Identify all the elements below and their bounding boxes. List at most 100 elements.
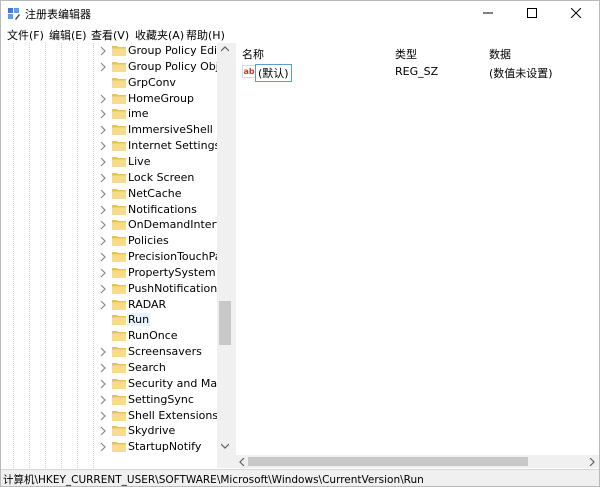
tree-node[interactable]: PushNotifications (1, 281, 223, 297)
values-pane[interactable]: 名称 类型 数据 ab (默认) REG_SZ (数值未设置) (236, 43, 599, 468)
value-name[interactable]: (默认) (255, 64, 292, 82)
menu-help[interactable]: 帮助(H) (186, 27, 225, 43)
tree-node[interactable]: PropertySystem (1, 265, 217, 281)
close-button[interactable] (554, 1, 598, 25)
expand-chevron-icon[interactable] (99, 395, 107, 405)
tree-node-label: Lock Screen (128, 170, 195, 184)
tree-node[interactable]: Group Policy Objec (1, 59, 232, 75)
tree-node[interactable]: RADAR (1, 297, 217, 313)
tree-node[interactable]: GrpConv (1, 75, 217, 91)
close-icon (571, 8, 581, 18)
registry-app-icon (8, 8, 20, 20)
tree-vertical-scrollbar[interactable] (217, 43, 233, 468)
tree-node[interactable]: Search (1, 360, 217, 376)
tree-node[interactable]: Group Policy Editor (1, 43, 233, 59)
tree-node[interactable]: Live (1, 154, 217, 170)
expand-chevron-icon[interactable] (99, 363, 107, 373)
expand-chevron-icon[interactable] (99, 109, 107, 119)
tree-node[interactable]: HomeGroup (1, 91, 217, 107)
tree-node[interactable]: Shell Extensions (1, 408, 218, 424)
expand-chevron-icon[interactable] (99, 125, 107, 135)
values-horizontal-scrollbar[interactable] (236, 455, 599, 468)
scroll-right-icon (589, 458, 595, 466)
tree-node-label: Skydrive (128, 424, 176, 438)
menu-favorites[interactable]: 收藏夹(A) (135, 27, 184, 43)
tree-node[interactable]: ime (1, 106, 217, 122)
key-tree-pane[interactable]: Group Policy Editor Group Policy Objec Grp… (1, 43, 234, 468)
expand-chevron-icon[interactable] (99, 252, 107, 262)
expand-chevron-icon[interactable] (99, 205, 107, 215)
folder-icon (112, 93, 126, 104)
expand-chevron-icon[interactable] (99, 268, 107, 278)
folder-icon (112, 410, 126, 421)
tree-node-label: PropertySystem (128, 265, 216, 279)
folder-icon (112, 188, 126, 199)
expand-chevron-icon[interactable] (99, 220, 107, 230)
tree-node[interactable]: RunOnce (1, 328, 217, 344)
tree-node-label: HomeGroup (128, 91, 194, 105)
tree-node[interactable]: Lock Screen (1, 170, 217, 186)
folder-icon (112, 378, 126, 389)
expand-chevron-icon[interactable] (99, 141, 107, 151)
tree-node[interactable]: PrecisionTouchPad (1, 249, 229, 265)
tree-node[interactable]: Screensavers (1, 344, 217, 360)
tree-node[interactable]: Security and Mainte (1, 376, 233, 392)
expand-chevron-icon[interactable] (99, 157, 107, 167)
tree-node-label: SettingSync (128, 392, 194, 406)
folder-icon (112, 61, 126, 72)
tree-node[interactable]: ImmersiveShell (1, 122, 217, 138)
expand-chevron-icon[interactable] (99, 347, 107, 357)
folder-icon (112, 363, 126, 373)
maximize-button[interactable] (510, 1, 554, 25)
tree-node-label: PushNotifications (128, 281, 223, 295)
folder-icon (112, 141, 126, 152)
scroll-down-icon (221, 443, 229, 449)
folder-icon (112, 252, 126, 263)
expand-chevron-icon[interactable] (99, 442, 107, 452)
tree-node[interactable]: NetCache (1, 186, 217, 202)
tree-scrollbar-thumb[interactable] (219, 301, 231, 345)
menu-view[interactable]: 查看(V) (91, 27, 129, 43)
minimize-button[interactable] (466, 1, 510, 25)
folder-icon (112, 394, 126, 405)
tree-node-label: ime (128, 107, 149, 121)
expand-chevron-icon[interactable] (99, 411, 107, 421)
maximize-icon (527, 8, 537, 18)
tree-node-label: Internet Settings (128, 139, 221, 153)
tree-node-label: RADAR (128, 297, 167, 311)
expand-chevron-icon[interactable] (99, 94, 107, 104)
folder-icon (112, 267, 126, 278)
tree-node[interactable]: OnDemandInterface (1, 217, 233, 233)
expand-chevron-icon[interactable] (99, 46, 107, 56)
current-key-path: 计算机\HKEY_CURRENT_USER\SOFTWARE\Microsoft… (3, 474, 424, 486)
tree-node-label: RunOnce (128, 329, 178, 343)
value-row[interactable]: ab (默认) REG_SZ (数值未设置) (236, 64, 599, 82)
expand-chevron-icon[interactable] (99, 189, 107, 199)
tree-node[interactable]: Run (1, 312, 217, 328)
tree-node[interactable]: Notifications (1, 202, 217, 218)
expand-chevron-icon[interactable] (99, 379, 107, 389)
tree-node-label: GrpConv (128, 75, 176, 89)
tree-node[interactable]: Skydrive (1, 423, 217, 439)
expand-chevron-icon[interactable] (99, 236, 107, 246)
tree-node[interactable]: SettingSync (1, 392, 217, 408)
menu-file[interactable]: 文件(F) (7, 27, 44, 43)
expand-chevron-icon[interactable] (99, 284, 107, 294)
tree-node[interactable]: Internet Settings (1, 138, 221, 154)
scroll-left-icon (239, 458, 245, 466)
values-scrollbar-thumb[interactable] (248, 457, 528, 466)
column-header-data[interactable]: 数据 (489, 46, 511, 62)
folder-icon (112, 426, 126, 437)
expand-chevron-icon[interactable] (99, 173, 107, 183)
tree-node[interactable]: Policies (1, 233, 217, 249)
expand-chevron-icon[interactable] (99, 426, 107, 436)
column-header-type[interactable]: 类型 (395, 46, 417, 62)
folder-icon (112, 442, 126, 453)
column-header-name[interactable]: 名称 (242, 46, 264, 62)
expand-chevron-icon[interactable] (99, 300, 107, 310)
expand-chevron-icon[interactable] (99, 62, 107, 72)
tree-node-label: ImmersiveShell (128, 123, 213, 137)
menu-edit[interactable]: 编辑(E) (49, 27, 87, 43)
registry-editor-window: 注册表编辑器 文件(F) 编辑(E) 查看(V) 收藏夹(A) 帮助(H) Gr… (0, 0, 600, 487)
tree-node[interactable]: StartupNotify (1, 439, 217, 455)
